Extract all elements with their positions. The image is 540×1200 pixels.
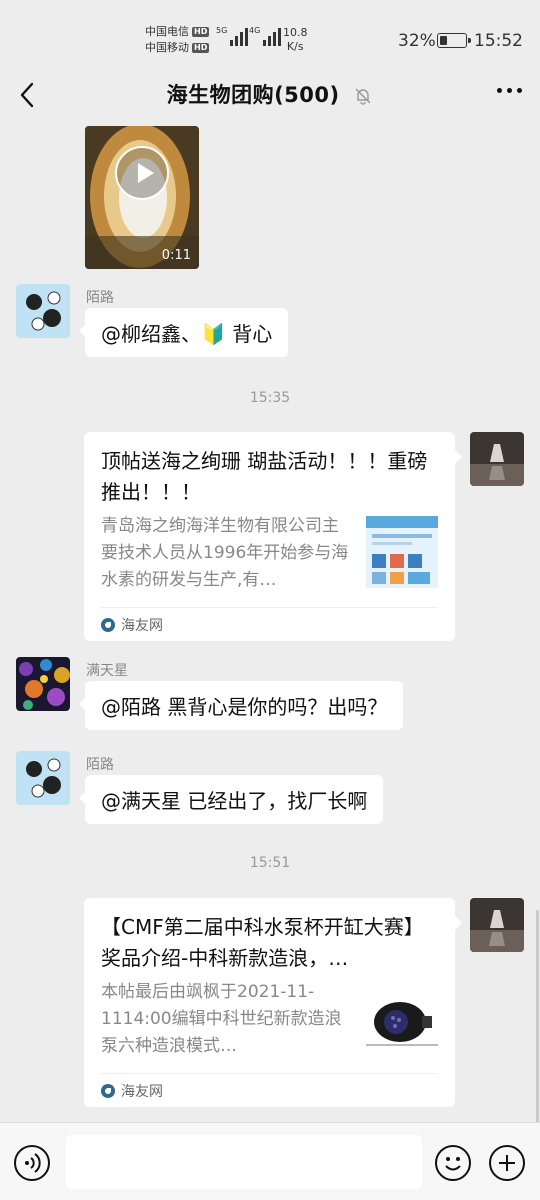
signal-bar	[273, 32, 277, 46]
message-timestamp: 15:51	[249, 855, 291, 871]
carrier-1: 中国电信	[145, 25, 189, 38]
card-thumbnail	[366, 516, 438, 588]
message-bubble[interactable]: @柳绍鑫、🔰 背心	[78, 308, 289, 357]
scrollbar[interactable]	[536, 910, 539, 1122]
chat-header: 海生物团购(500)	[0, 70, 540, 120]
source-logo-icon	[101, 617, 115, 632]
signal-bar	[245, 28, 249, 46]
more-icon[interactable]	[497, 88, 522, 93]
voice-icon[interactable]	[14, 1145, 50, 1181]
avatar-self[interactable]	[470, 898, 524, 952]
signal-4g-icon: 4G	[249, 26, 282, 46]
avatar-self[interactable]	[470, 432, 524, 486]
speed-value: 10.8	[283, 26, 308, 39]
signal-bar	[263, 40, 267, 46]
message-input[interactable]	[66, 1135, 422, 1189]
plus-icon[interactable]	[489, 1145, 525, 1181]
sender-name: 满天星	[86, 663, 128, 679]
message-timestamp: 15:35	[249, 390, 291, 406]
video-duration: 0:11	[161, 248, 191, 263]
hd-badge: HD	[192, 27, 210, 37]
signal-5g-icon: 5G	[216, 26, 249, 46]
carrier-2: 中国移动	[145, 41, 189, 54]
link-card[interactable]: 【CMF第二届中科水泵杯开缸大赛】奖品介绍-中科新款造浪，… 本帖最后由飒枫于2…	[84, 898, 462, 1107]
card-source: 海友网	[101, 1073, 438, 1107]
hd-badge: HD	[192, 43, 210, 53]
signal-bar	[240, 32, 244, 46]
card-source-name: 海友网	[121, 1083, 163, 1100]
signal-bar	[268, 36, 272, 46]
battery-fill	[440, 36, 447, 45]
speed-unit: K/s	[286, 40, 304, 53]
avatar[interactable]	[16, 657, 70, 711]
signal-bar	[230, 40, 234, 46]
link-card[interactable]: 顶帖送海之绚珊 瑚盐活动！！！重磅推出！！！ 青岛海之绚海洋生物有限公司主要技术…	[84, 432, 462, 641]
input-bar	[0, 1122, 540, 1200]
message-bubble[interactable]: @陌路 黑背心是你的吗？出吗？	[78, 681, 404, 730]
sender-name: 陌路	[86, 290, 114, 306]
network-type-4g: 4G	[249, 26, 261, 35]
video-message[interactable]: 0:11	[85, 126, 199, 269]
play-icon[interactable]	[115, 146, 169, 200]
source-logo-icon	[101, 1083, 115, 1098]
avatar[interactable]	[16, 284, 70, 338]
signal-bar	[235, 36, 239, 46]
avatar[interactable]	[16, 751, 70, 805]
card-title: 顶帖送海之绚珊 瑚盐活动！！！重磅推出！！！	[101, 449, 428, 504]
card-description: 本帖最后由飒枫于2021-11-1114:00编辑中科世纪新款造浪泵六种造浪模式…	[101, 982, 342, 1056]
card-description: 青岛海之绚海洋生物有限公司主要技术人员从1996年开始参与海水素的研发与生产,有…	[101, 516, 349, 590]
bell-muted-icon	[355, 88, 371, 105]
signal-bar	[278, 28, 282, 46]
card-title: 【CMF第二届中科水泵杯开缸大赛】奖品介绍-中科新款造浪，…	[101, 915, 424, 970]
status-time: 15:52	[474, 31, 523, 51]
message-bubble[interactable]: @满天星 已经出了，找厂长啊	[78, 775, 384, 824]
sender-name: 陌路	[86, 757, 114, 773]
status-bar: 中国电信 HD 中国移动 HD 5G 4G 10.8 K/s 32% 15:52	[0, 0, 540, 70]
chat-title: 海生物团购(500)	[166, 83, 340, 107]
network-speed: 10.8 K/s	[283, 26, 308, 54]
network-type-5g: 5G	[216, 26, 228, 35]
card-source: 海友网	[101, 607, 438, 641]
card-source-name: 海友网	[121, 617, 163, 634]
emoji-icon[interactable]	[435, 1145, 471, 1181]
battery-percent: 32%	[398, 31, 436, 51]
card-thumbnail	[366, 982, 438, 1054]
chat-title-wrap: 海生物团购(500)	[0, 79, 540, 109]
battery-icon	[437, 33, 471, 48]
chat-area[interactable]: 0:11 陌路 @柳绍鑫、🔰 背心 15:35 顶帖送海之绚珊 瑚盐活动！！！重…	[0, 120, 540, 1122]
carrier-info: 中国电信 HD 中国移动 HD	[145, 24, 210, 56]
